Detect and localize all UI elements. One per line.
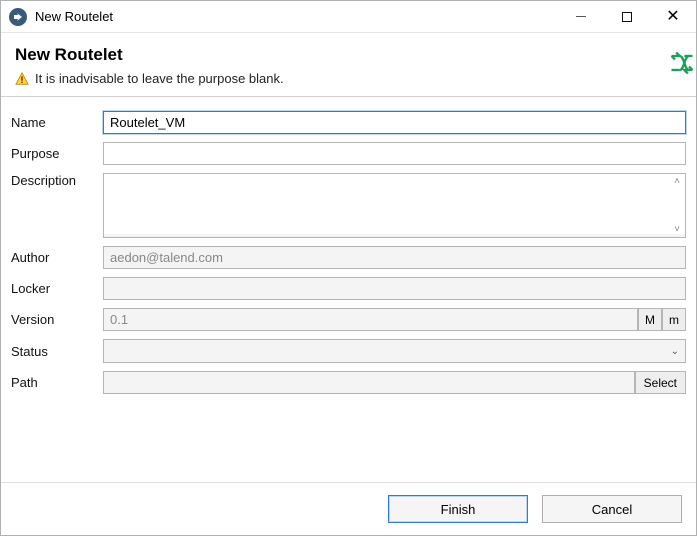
form-area: Name Purpose Description ˄ ˅ Author	[1, 97, 696, 482]
routelet-icon	[668, 49, 696, 80]
path-select-button[interactable]: Select	[635, 371, 686, 394]
row-author: Author	[11, 246, 686, 269]
maximize-icon	[622, 12, 632, 22]
row-purpose: Purpose	[11, 142, 686, 165]
row-description: Description ˄ ˅	[11, 173, 686, 238]
locker-input	[103, 277, 686, 300]
titlebar: New Routelet ✕	[1, 1, 696, 33]
path-input	[103, 371, 635, 394]
status-combo[interactable]: ⌄	[103, 339, 686, 363]
scroll-up-icon[interactable]: ˄	[671, 176, 683, 187]
label-description: Description	[11, 173, 103, 188]
close-button[interactable]: ✕	[650, 1, 696, 33]
dialog-footer: Finish Cancel	[1, 482, 696, 535]
author-input	[103, 246, 686, 269]
dialog-message: It is inadvisable to leave the purpose b…	[35, 71, 284, 86]
dialog-window: New Routelet ✕ New Routelet It is inadvi…	[0, 0, 697, 536]
dialog-message-row: It is inadvisable to leave the purpose b…	[15, 71, 682, 86]
minimize-icon	[576, 16, 586, 17]
row-locker: Locker	[11, 277, 686, 300]
version-input	[103, 308, 638, 331]
window-title: New Routelet	[35, 9, 113, 24]
label-status: Status	[11, 344, 103, 359]
dialog-heading: New Routelet	[15, 45, 682, 65]
version-major-button[interactable]: M	[638, 308, 662, 331]
description-textarea[interactable]	[104, 174, 685, 234]
close-icon: ✕	[666, 9, 679, 25]
label-author: Author	[11, 250, 103, 265]
scroll-down-icon[interactable]: ˅	[671, 224, 683, 235]
warning-icon	[15, 72, 29, 86]
chevron-down-icon: ⌄	[671, 346, 679, 357]
description-wrapper: ˄ ˅	[103, 173, 686, 238]
maximize-button[interactable]	[604, 1, 650, 33]
label-locker: Locker	[11, 281, 103, 296]
row-status: Status ⌄	[11, 339, 686, 363]
label-version: Version	[11, 312, 103, 327]
row-name: Name	[11, 111, 686, 134]
minimize-button[interactable]	[558, 1, 604, 33]
row-version: Version M m	[11, 308, 686, 331]
label-path: Path	[11, 375, 103, 390]
row-path: Path Select	[11, 371, 686, 394]
cancel-button[interactable]: Cancel	[542, 495, 682, 523]
version-minor-button[interactable]: m	[662, 308, 686, 331]
app-icon	[9, 8, 27, 26]
label-purpose: Purpose	[11, 146, 103, 161]
finish-button[interactable]: Finish	[388, 495, 528, 523]
label-name: Name	[11, 115, 103, 130]
purpose-input[interactable]	[103, 142, 686, 165]
dialog-header: New Routelet It is inadvisable to leave …	[1, 33, 696, 97]
name-input[interactable]	[103, 111, 686, 134]
